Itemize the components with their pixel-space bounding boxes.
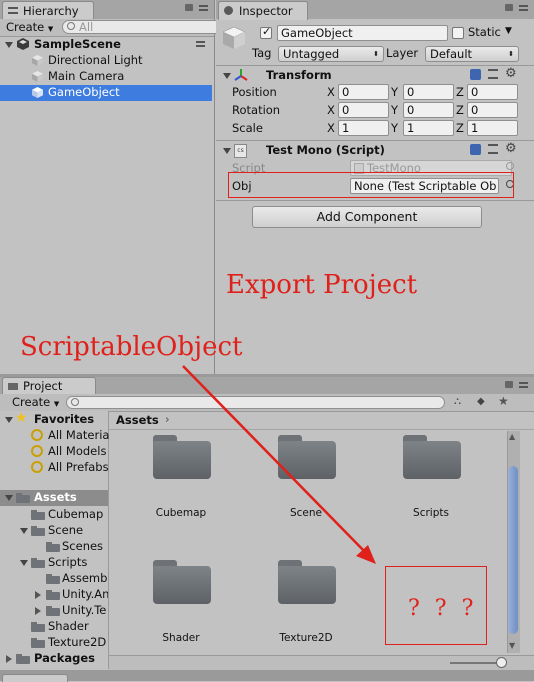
question-marks-annotation: ? ? ? <box>408 596 478 621</box>
